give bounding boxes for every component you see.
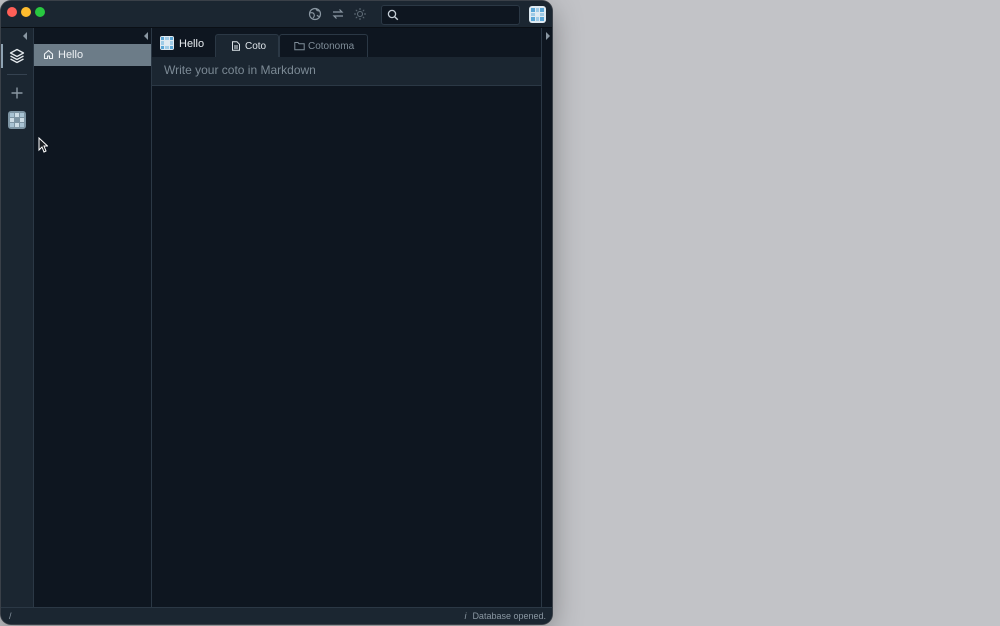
cotonoma-home-avatar <box>160 36 174 50</box>
info-icon: i <box>464 611 467 621</box>
search-box[interactable] <box>381 5 520 25</box>
mouse-cursor-icon <box>38 137 48 153</box>
flow-panel: Hello Coto Cotonoma <box>152 28 541 607</box>
layers-icon[interactable] <box>9 48 25 64</box>
maximize-window-button[interactable] <box>35 7 45 17</box>
nav-item-hello[interactable]: Hello <box>34 44 151 66</box>
tab-coto[interactable]: Coto <box>215 34 279 57</box>
search-input[interactable] <box>402 6 514 24</box>
collapse-nav-icon[interactable] <box>143 32 149 40</box>
expand-right-panel-icon[interactable] <box>545 32 551 40</box>
coto-editor <box>152 57 541 86</box>
sun-icon[interactable] <box>353 7 367 21</box>
app-window: Hello Hello Coto Cotonoma Write your cot… <box>1 1 552 624</box>
collapse-rail-icon[interactable] <box>22 32 28 40</box>
coto-input[interactable] <box>164 63 524 79</box>
status-message-group: i Database opened. <box>464 611 546 621</box>
title-bar <box>1 1 552 28</box>
plus-icon[interactable] <box>10 86 24 100</box>
rail-divider <box>7 74 27 75</box>
close-window-button[interactable] <box>7 7 17 17</box>
minimize-window-button[interactable] <box>21 7 31 17</box>
globe-icon[interactable] <box>308 7 322 21</box>
cotonoma-avatar[interactable] <box>8 111 26 129</box>
tab-cotonoma[interactable]: Cotonoma <box>279 34 368 57</box>
icon-rail <box>1 28 34 607</box>
rail-active-indicator <box>1 44 3 68</box>
right-panel-strip <box>541 28 552 607</box>
nav-item-label: Hello <box>58 49 84 61</box>
document-icon <box>231 41 241 51</box>
tab-cotonoma-label: Cotonoma <box>308 41 355 52</box>
status-path: / <box>9 611 12 621</box>
status-message: Database opened. <box>472 611 546 621</box>
search-icon <box>387 9 399 21</box>
cotonoma-home-label: Hello <box>179 38 205 50</box>
home-icon <box>43 49 54 60</box>
user-avatar[interactable] <box>529 6 546 23</box>
sync-arrows-icon[interactable] <box>331 7 345 21</box>
tab-coto-label: Coto <box>245 41 267 52</box>
folder-icon <box>294 41 305 51</box>
status-bar: / i Database opened. <box>1 607 552 624</box>
navigation-panel: Hello <box>34 28 152 607</box>
